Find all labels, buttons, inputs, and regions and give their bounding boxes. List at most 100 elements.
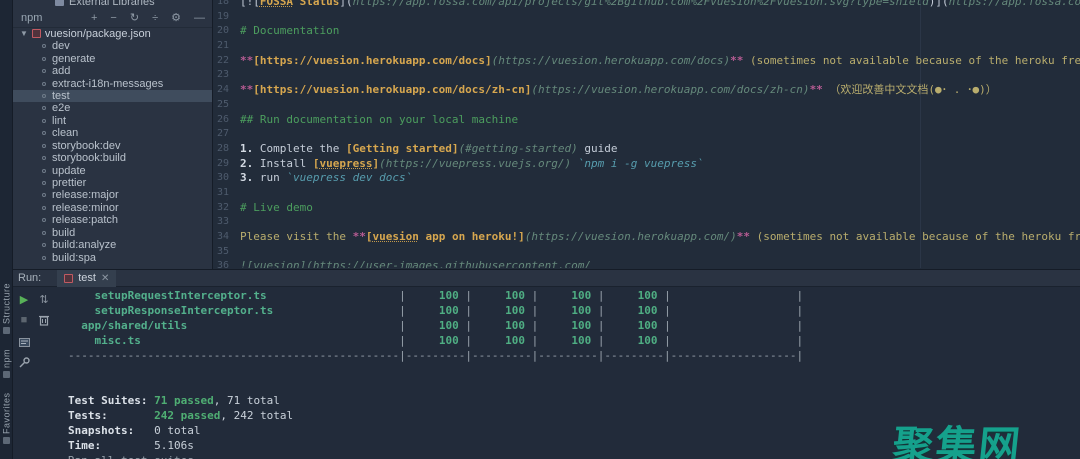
editor-pane[interactable]: 18[![FOSSA Status](https://app.fossa.com…: [213, 0, 1080, 268]
npm-script-lint[interactable]: lint: [13, 115, 213, 127]
npm-script-generate[interactable]: generate: [13, 52, 213, 64]
editor-line: 32# Live demo: [213, 201, 1080, 216]
code-segment: **: [737, 230, 750, 243]
npm-script-release:major[interactable]: release:major: [13, 189, 213, 201]
line-number: 25: [213, 98, 233, 113]
coverage-value: 100: [406, 334, 466, 347]
code-segment: (https://vuesion.herokuapp.com/docs): [492, 54, 730, 67]
trash-icon[interactable]: [37, 313, 51, 327]
sort-filter-icon[interactable]: ⇅: [37, 292, 51, 306]
code-segment: run: [260, 171, 287, 184]
npm-script-build:analyze[interactable]: build:analyze: [13, 239, 213, 251]
coverage-value: 100: [538, 334, 598, 347]
structure-icon: [3, 327, 10, 334]
code-segment: [571, 157, 578, 170]
code-segment: vuepress: [319, 157, 372, 170]
console-view-icon[interactable]: [17, 335, 31, 349]
code-segment: `vuepress dev docs`: [286, 171, 412, 184]
collapse-all-icon[interactable]: ÷: [152, 13, 158, 24]
code-text: [233, 98, 240, 113]
npm-script-build[interactable]: build: [13, 227, 213, 239]
coverage-value: 100: [472, 319, 532, 332]
script-bullet-icon: [42, 144, 46, 148]
summary-rest: 5.106s: [154, 439, 194, 452]
npm-script-release:patch[interactable]: release:patch: [13, 214, 213, 226]
code-segment: ![vuesion](https://user-images.githubuse…: [240, 259, 591, 268]
line-number: 24: [213, 83, 233, 98]
npm-script-label: prettier: [52, 177, 86, 189]
code-segment: 2.: [240, 157, 260, 170]
npm-script-build:spa[interactable]: build:spa: [13, 251, 213, 263]
summary-rest: 0 total: [154, 424, 200, 437]
script-bullet-icon: [42, 106, 46, 110]
code-segment: **: [240, 54, 253, 67]
npm-script-release:minor[interactable]: release:minor: [13, 202, 213, 214]
npm-script-label: update: [52, 165, 86, 177]
summary-rest: , 242 total: [220, 409, 293, 422]
stop-icon[interactable]: ■: [17, 313, 31, 327]
npm-script-test[interactable]: test: [13, 90, 213, 102]
code-segment: Please visit the: [240, 230, 353, 243]
editor-line: 23: [213, 68, 1080, 83]
coverage-value: 100: [538, 304, 598, 317]
refresh-icon[interactable]: ↻: [130, 13, 139, 24]
npm-script-label: storybook:dev: [52, 140, 120, 152]
npm-script-add[interactable]: add: [13, 65, 213, 77]
code-segment: ](: [339, 0, 352, 8]
script-bullet-icon: [42, 131, 46, 135]
close-icon[interactable]: ✕: [101, 273, 109, 284]
code-text: **[https://vuesion.herokuapp.com/docs/zh…: [233, 83, 997, 98]
test-console-output[interactable]: setupRequestInterceptor.ts | 100 | 100 |…: [68, 288, 803, 459]
code-segment: Status: [293, 0, 339, 8]
npm-script-prettier[interactable]: prettier: [13, 177, 213, 189]
npm-script-label: release:major: [52, 189, 119, 201]
remove-icon[interactable]: −: [110, 13, 116, 24]
npm-script-clean[interactable]: clean: [13, 127, 213, 139]
npm-script-label: test: [52, 90, 70, 102]
code-segment: (sometimes not available because of the …: [750, 230, 1080, 243]
tool-strip-tab-npm[interactable]: npm: [0, 338, 13, 378]
code-text: [![FOSSA Status](https://app.fossa.com/a…: [233, 0, 1080, 10]
ide-window: Structure npm Favorites External Libraries…: [0, 0, 1080, 459]
project-tree-external-libraries[interactable]: External Libraries: [55, 0, 155, 9]
npm-script-e2e[interactable]: e2e: [13, 102, 213, 114]
hide-panel-icon[interactable]: —: [194, 13, 205, 24]
code-segment: `npm i -g vuepress`: [578, 157, 704, 170]
settings-gear-icon[interactable]: ⚙: [171, 13, 181, 24]
rerun-play-icon[interactable]: ▶: [17, 292, 31, 306]
code-segment: guide: [578, 142, 618, 155]
npm-script-extract-i18n-messages[interactable]: extract-i18n-messages: [13, 77, 213, 89]
npm-script-label: generate: [52, 53, 95, 65]
code-segment: [![: [240, 0, 260, 8]
tool-strip-tab-favorites[interactable]: Favorites: [0, 382, 13, 444]
npm-script-storybook:build[interactable]: storybook:build: [13, 152, 213, 164]
editor-line: 35: [213, 245, 1080, 260]
run-tab-test[interactable]: test ✕: [57, 270, 116, 287]
npm-script-update[interactable]: update: [13, 164, 213, 176]
tool-strip-tab-structure[interactable]: Structure: [0, 272, 13, 334]
editor-line: 292. Install [vuepress](https://vuepress…: [213, 157, 1080, 172]
script-bullet-icon: [42, 243, 46, 247]
coverage-file: app/shared/utils: [68, 319, 399, 332]
code-segment: # Documentation: [240, 24, 339, 37]
coverage-value: 100: [604, 304, 664, 317]
summary-rest: , 71 total: [214, 394, 280, 407]
npm-tree-root[interactable]: ▼ vuesion/package.json: [13, 27, 213, 40]
editor-line: 21: [213, 39, 1080, 54]
npm-script-label: build:analyze: [52, 239, 116, 251]
npm-script-storybook:dev[interactable]: storybook:dev: [13, 140, 213, 152]
coverage-value: 100: [472, 289, 532, 302]
coverage-row: misc.ts | 100 | 100 | 100 | 100 | |: [68, 333, 803, 348]
npm-script-dev[interactable]: dev: [13, 40, 213, 52]
run-header-bar: Run: test ✕: [13, 270, 1080, 287]
code-segment: （欢迎改善中文文档(●･ . ･●)）: [823, 83, 997, 96]
npm-script-label: dev: [52, 40, 70, 52]
code-segment: **: [810, 83, 823, 96]
coverage-value: 100: [538, 289, 598, 302]
summary-row: Snapshots: 0 total: [68, 423, 803, 438]
line-number: 27: [213, 127, 233, 142]
editor-line: 36![vuesion](https://user-images.githubu…: [213, 259, 1080, 268]
add-icon[interactable]: +: [91, 13, 97, 24]
pin-icon[interactable]: [17, 355, 31, 369]
editor-line: 303. run `vuepress dev docs`: [213, 171, 1080, 186]
